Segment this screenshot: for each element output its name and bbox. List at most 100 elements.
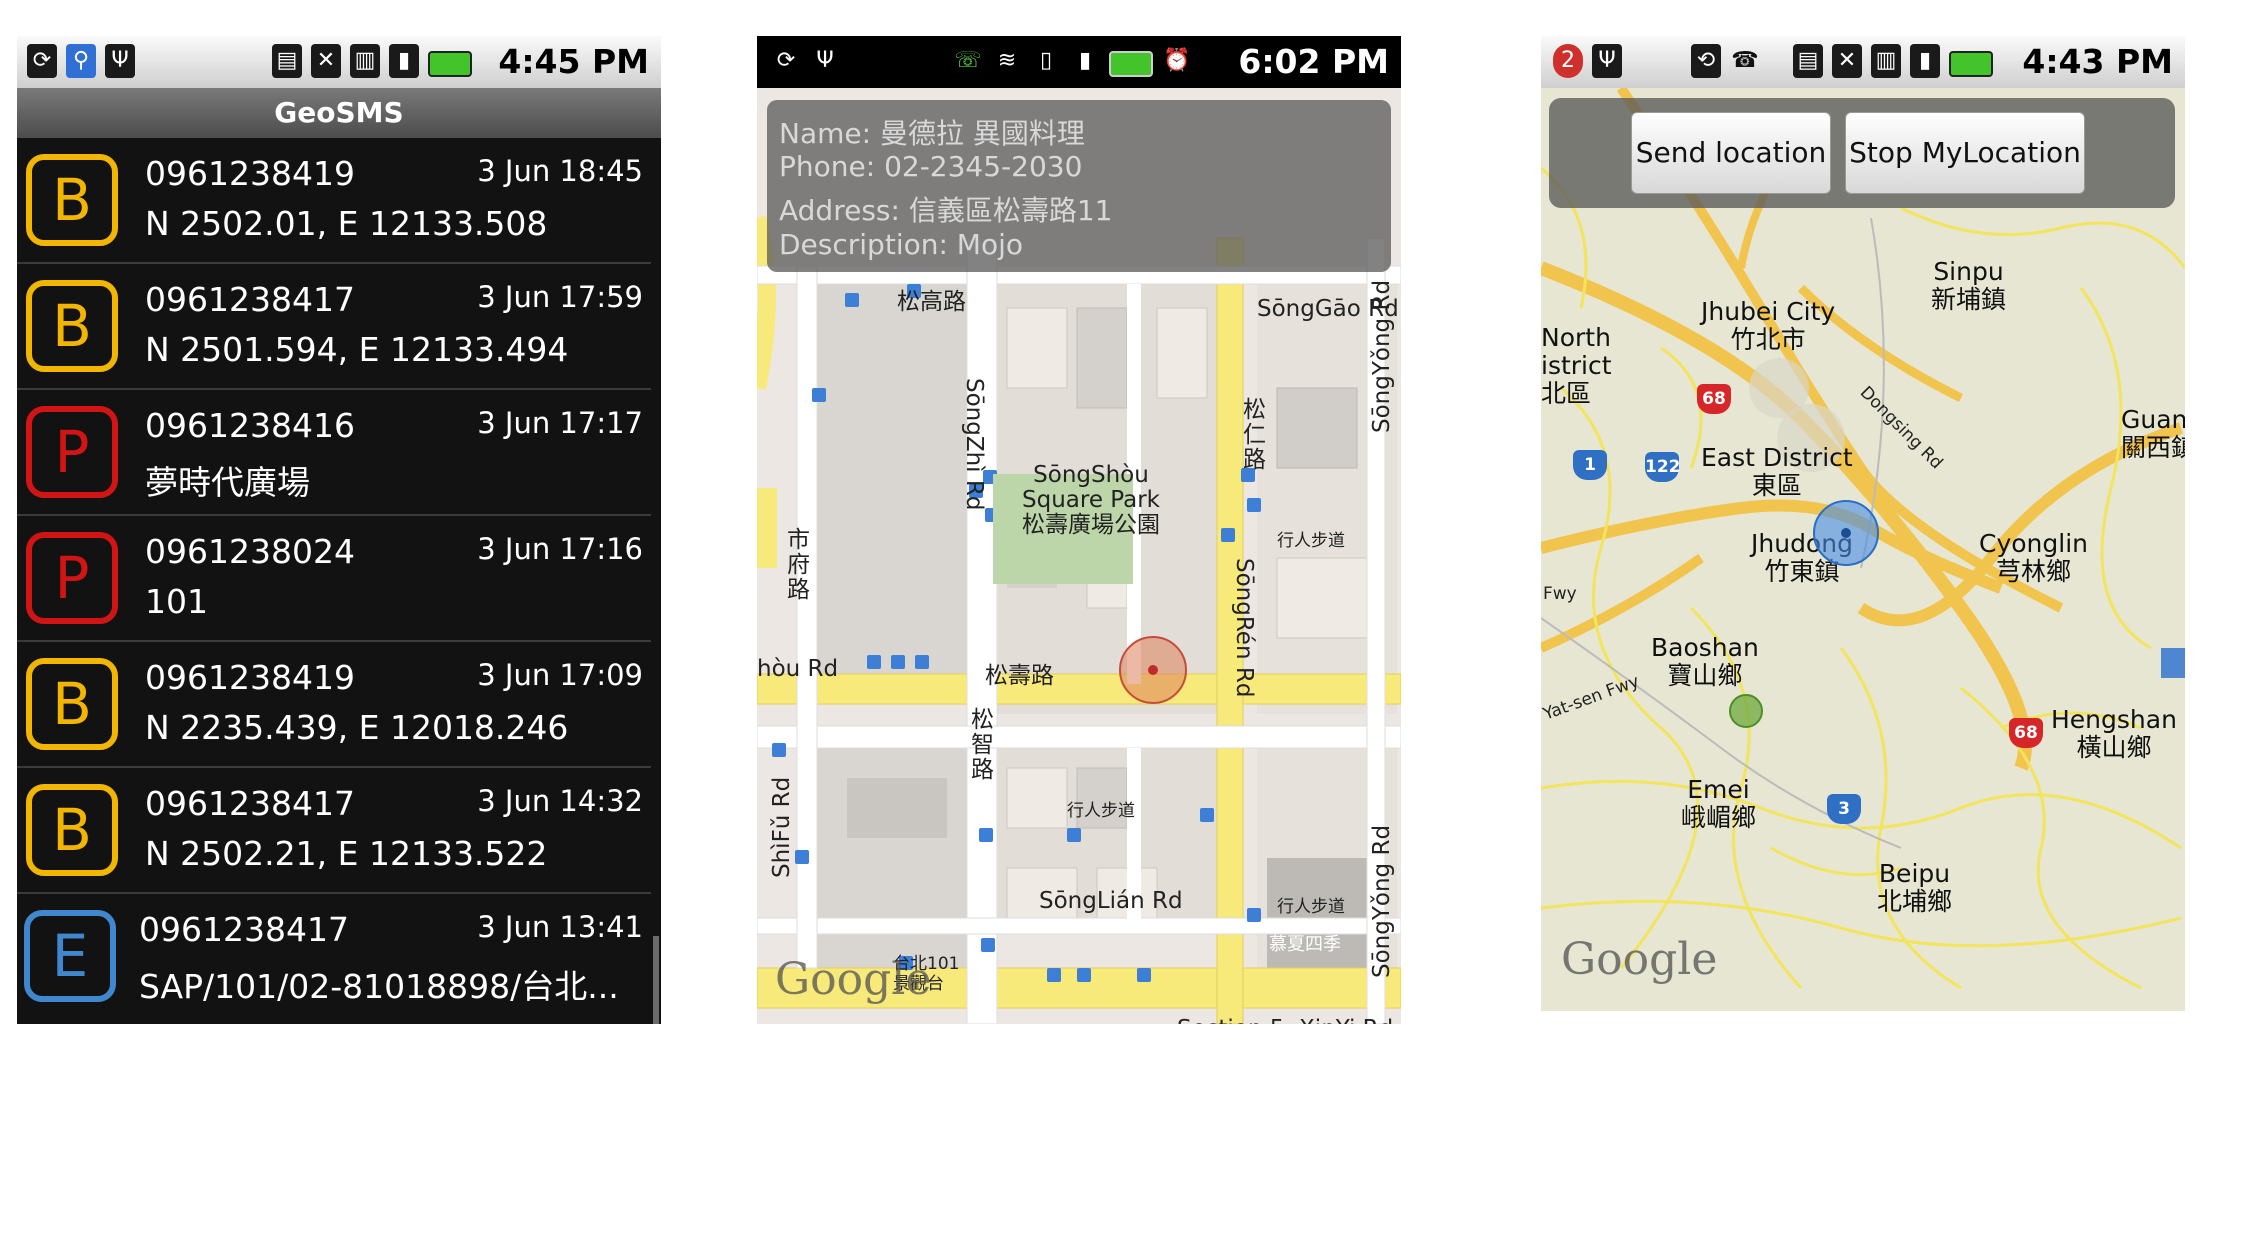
highway-shield: 1 [1573,450,1607,480]
message-text: 101 [145,582,208,621]
map-detail-screen: ⟳ Ψ ☏ ≋ ▯ ▮ ⏰ 6:02 PM 松高路 SōngGāo Rd Sōn… [757,36,1401,1024]
wifi-calling-icon: ☏ [954,48,982,73]
status-time: 6:02 PM [1238,42,1389,81]
battery-icon [428,51,472,77]
signal-icon: ▮ [1078,48,1092,73]
message-date: 3 Jun 17:59 [477,280,643,314]
region-map[interactable]: Sinpu 新埔鎮 Jhubei City 竹北市 North istrict … [1541,88,2185,1011]
friend-location-marker[interactable] [1729,694,1763,728]
my-location-marker[interactable] [1813,500,1879,566]
type-badge: B [26,154,118,246]
message-text: N 2502.21, E 12133.522 [145,834,548,873]
usb-icon: Ψ [816,48,834,73]
list-item[interactable]: P 0961238024 3 Jun 17:16 101 [17,516,651,642]
message-list[interactable]: B 0961238419 3 Jun 18:45 N 2502.01, E 12… [17,138,661,1024]
sender-number: 0961238417 [145,280,355,319]
status-time: 4:45 PM [498,42,649,81]
alarm-icon: ⏰ [1163,48,1191,73]
status-bar: ⟳ ⚲ Ψ ▤ ✕ ▥ ▮ 4:45 PM [17,36,661,88]
place-label: Emei 峨嵋鄉 [1681,775,1757,832]
app-title: GeoSMS [17,88,661,138]
battery-icon [1109,51,1153,77]
list-item[interactable]: P 0961238416 3 Jun 17:17 夢時代廣場 [17,390,651,516]
my-location-screen: 2 Ψ ⟲ ☎ ▤ ✕ ▥ ▮ 4:43 PM Sinpu 新埔鎮 Jhubei… [1541,36,2185,1011]
street-label: 行人步道 [1277,897,1345,917]
place-label: Jhubei City 竹北市 [1701,297,1836,354]
type-badge: B [26,658,118,750]
type-badge: P [26,532,118,624]
highway-shield: 68 [1697,384,1731,414]
sdcard-icon: ▥ [1871,44,1901,78]
street-label: ShìFǔ Rd [769,776,795,878]
message-text: N 2501.594, E 12133.494 [145,330,569,369]
place-phone: Phone: 02-2345-2030 [779,150,1083,183]
list-item[interactable]: E 0961238417 3 Jun 13:41 SAP/101/02-8101… [17,894,651,1018]
street-label: SōngYǒng Rd [1369,279,1395,433]
info-bubble[interactable]: Name: 曼德拉 異國料理 Phone: 02-2345-2030 Addre… [767,100,1391,272]
sender-number: 0961238417 [139,910,349,949]
sync-icon: ⟲ [1691,44,1721,78]
sender-number: 0961238419 [145,658,355,697]
place-label: East District 東區 [1701,443,1853,500]
send-location-button[interactable]: Send location [1631,112,1831,194]
message-text: 夢時代廣場 [145,463,310,502]
street-label: 松高路 [897,289,966,315]
list-item[interactable]: B 0961238419 3 Jun 17:09 N 2235.439, E 1… [17,642,651,768]
type-badge: P [26,406,118,498]
notification-icon: 2 [1553,44,1583,78]
place-label: Baoshan 寶山鄉 [1651,633,1759,690]
location-pin[interactable] [1119,636,1187,704]
list-item[interactable]: B 0961238419 3 Jun 18:45 N 2502.01, E 12… [17,138,651,264]
sender-number: 0961238024 [145,532,355,571]
street-label: 行人步道 [1067,801,1135,821]
message-date: 3 Jun 14:32 [477,784,643,818]
usb-icon: Ψ [1592,44,1622,78]
sync-icon: ⟳ [27,44,57,78]
street-label: Section 5, XinYi Rd [1177,1016,1393,1024]
signal-icon: ▮ [1910,44,1940,78]
park-label: SōngShòu Square Park 松壽廣場公園 [1022,462,1160,538]
stop-mylocation-button[interactable]: Stop MyLocation [1845,112,2085,194]
message-date: 3 Jun 18:45 [477,154,643,188]
place-address: Address: 信義區松壽路11 [779,194,1113,227]
street-label: 市府路 [787,527,810,603]
type-badge: B [26,280,118,372]
landmark-label: 慕夏四季 [1269,934,1341,955]
sdcard-icon: ▥ [350,44,380,78]
type-badge: E [24,910,116,1002]
message-text: N 2502.01, E 12133.508 [145,204,548,243]
street-label: SōngRén Rd [1231,558,1257,698]
message-text: N 2235.439, E 12018.246 [145,708,569,747]
message-date: 3 Jun 17:16 [477,532,643,566]
status-time: 4:43 PM [2022,42,2173,81]
list-item[interactable]: B 0961238417 3 Jun 17:59 N 2501.594, E 1… [17,264,651,390]
scrollbar[interactable] [653,936,659,1024]
street-label: SōngLián Rd [1039,888,1183,914]
highway-shield: 3 [1827,794,1861,824]
status-bar: ⟳ Ψ ☏ ≋ ▯ ▮ ⏰ 6:02 PM [757,36,1401,88]
message-date: 3 Jun 17:17 [477,406,643,440]
street-map[interactable]: 松高路 SōngGāo Rd SōngZhì Rd SōngShòu Squar… [757,88,1401,1024]
highway-shield: 122 [1645,452,1681,482]
place-label: Cyonglin 芎林鄉 [1979,529,2088,586]
place-label: North istrict 北區 [1541,323,1612,408]
sender-number: 0961238417 [145,784,355,823]
street-label: 行人步道 [1277,531,1345,551]
sim-icon: ▤ [272,44,302,78]
phone-icon: ☎ [1731,48,1759,73]
usb-icon: Ψ [105,44,135,78]
bike-icon: ⚲ [66,44,96,78]
list-item[interactable]: B 0961238417 3 Jun 14:32 N 2502.21, E 12… [17,768,651,894]
sender-number: 0961238416 [145,406,355,445]
highway-shield: 68 [2009,718,2043,748]
place-label: Hengshan 橫山鄉 [2051,705,2177,762]
message-date: 3 Jun 17:09 [477,658,643,692]
type-badge: B [26,784,118,876]
street-label: 松智路 [971,707,994,783]
geosms-list-screen: ⟳ ⚲ Ψ ▤ ✕ ▥ ▮ 4:45 PM GeoSMS B 096123841… [17,36,661,1024]
sender-number: 0961238419 [145,154,355,193]
place-label: Sinpu 新埔鎮 [1931,257,2007,314]
place-description: Description: Mojo [779,228,1024,261]
sync-icon: ⟳ [776,48,796,73]
place-name: Name: 曼德拉 異國料理 [779,117,1085,150]
